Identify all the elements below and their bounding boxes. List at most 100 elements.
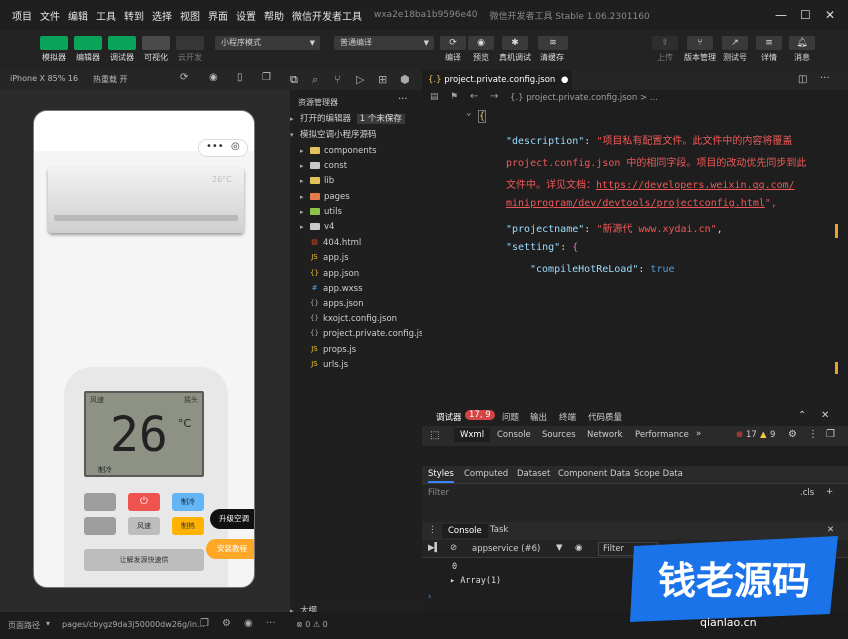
debugger-toggle-button[interactable] bbox=[108, 36, 136, 50]
minimize-icon[interactable]: — bbox=[775, 8, 787, 22]
install-guide-button[interactable]: 安装教程 bbox=[206, 539, 254, 559]
visual-toggle-button[interactable] bbox=[142, 36, 170, 50]
console-log-array[interactable]: ▸ Array(1) bbox=[450, 576, 501, 586]
tree-item-v4[interactable]: ▸ v4 bbox=[290, 220, 422, 235]
hot-reload-toggle[interactable]: 热重载 开 bbox=[93, 74, 128, 85]
styles-filter-input[interactable]: Filter bbox=[428, 488, 449, 498]
bookmark-flag-icon[interactable]: ⚑ bbox=[450, 92, 458, 102]
inspect-icon[interactable]: ⬚ bbox=[430, 430, 439, 441]
device-select[interactable]: iPhone X 85% 16 bbox=[10, 74, 78, 83]
editor-toggle-button[interactable] bbox=[74, 36, 102, 50]
tree-item-kxojct-config-json[interactable]: {} kxojct.config.json bbox=[290, 311, 422, 326]
extensions-icon[interactable]: ⊞ bbox=[378, 73, 387, 86]
compile-button[interactable]: ⟳ bbox=[440, 36, 466, 50]
tab-debugger[interactable]: 调试器 bbox=[436, 411, 462, 423]
more-icon[interactable]: ··· bbox=[398, 94, 408, 105]
menu-project[interactable]: 项目 bbox=[12, 8, 32, 23]
tab-code-quality[interactable]: 代码质量 bbox=[588, 411, 622, 423]
forward-arrow-icon[interactable]: → bbox=[490, 91, 498, 102]
real-debug-button[interactable]: ✱ bbox=[502, 36, 528, 50]
tree-item-components[interactable]: ▸ components bbox=[290, 144, 422, 159]
unsaved-dot-icon[interactable]: ● bbox=[561, 75, 568, 85]
window-icon[interactable]: ❐ bbox=[262, 72, 271, 83]
files-icon[interactable]: ⧉ bbox=[290, 73, 298, 87]
search-icon[interactable]: ⌕ bbox=[312, 73, 318, 87]
page-path[interactable]: pages/cbygz9da3j50000dw26g/in... bbox=[62, 620, 205, 629]
tree-item-utils[interactable]: ▸ utils bbox=[290, 205, 422, 220]
tree-item-props-js[interactable]: JS props.js bbox=[290, 342, 422, 357]
cls-toggle[interactable]: .cls bbox=[800, 488, 814, 498]
more-icon[interactable]: ••• bbox=[206, 141, 224, 152]
menu-select[interactable]: 选择 bbox=[152, 8, 172, 23]
gear-icon[interactable]: ⚙ bbox=[788, 429, 797, 440]
project-root[interactable]: ▾ 模拟空调小程序源码 bbox=[290, 128, 422, 143]
plus-icon[interactable]: + bbox=[826, 487, 833, 497]
more-icon[interactable]: ··· bbox=[266, 618, 276, 629]
context-select[interactable]: appservice (#6) bbox=[472, 544, 540, 554]
power-button[interactable]: ⏻ bbox=[128, 493, 160, 511]
kebab-icon[interactable]: ⋮ bbox=[808, 429, 818, 440]
chevron-up-icon[interactable]: ⌃ bbox=[798, 410, 806, 421]
details-button[interactable]: ≡ bbox=[756, 36, 782, 50]
drawer-tab-console[interactable]: Console bbox=[442, 524, 488, 538]
compile-select[interactable]: 普通编译 ▼ bbox=[334, 36, 434, 50]
breadcrumb-path[interactable]: {.} project.private.config.json > ... bbox=[510, 93, 658, 103]
menu-wechat-devtools[interactable]: 微信开发者工具 bbox=[292, 8, 362, 23]
menu-interface[interactable]: 界面 bbox=[208, 8, 228, 23]
error-count[interactable]: 17 bbox=[746, 430, 757, 440]
menu-settings[interactable]: 设置 bbox=[236, 8, 256, 23]
tab-output[interactable]: 输出 bbox=[530, 411, 547, 423]
close-icon[interactable]: ✕ bbox=[825, 8, 835, 22]
menu-view[interactable]: 视图 bbox=[180, 8, 200, 23]
upgrade-ac-button[interactable]: 升级空调 bbox=[210, 509, 254, 529]
source-control-icon[interactable]: ⑂ bbox=[334, 73, 341, 86]
page-path-label[interactable]: 页面路径 bbox=[8, 620, 40, 631]
menu-file[interactable]: 文件 bbox=[40, 8, 60, 23]
clear-cache-button[interactable]: ≋ bbox=[538, 36, 568, 50]
tab-performance[interactable]: Performance bbox=[635, 430, 689, 440]
tab-scope-data[interactable]: Scope Data bbox=[634, 469, 683, 479]
speed-button[interactable]: 风速 bbox=[128, 517, 160, 535]
rotate-icon[interactable]: ⟳ bbox=[180, 72, 188, 83]
fold-chevron-icon[interactable]: ⌄ bbox=[466, 108, 471, 118]
capsule-menu[interactable]: ••• ◎ bbox=[198, 139, 248, 157]
close-icon[interactable]: ✕ bbox=[821, 410, 829, 421]
code-editor[interactable]: ⌄ { "description": "项目私有配置文件。此文件中的内容将覆盖 … bbox=[422, 106, 848, 328]
tab-network[interactable]: Network bbox=[587, 430, 623, 440]
tab-wxml[interactable]: Wxml bbox=[454, 428, 491, 442]
tree-item-app-wxss[interactable]: # app.wxss bbox=[290, 281, 422, 296]
drawer-tab-task[interactable]: Task bbox=[490, 525, 508, 535]
console-prompt-icon[interactable]: › bbox=[428, 592, 431, 602]
copy-icon[interactable]: ❐ bbox=[200, 618, 209, 629]
messages-button[interactable]: 🔔︎ bbox=[789, 36, 815, 50]
tab-terminal[interactable]: 终端 bbox=[559, 411, 576, 423]
tab-dataset[interactable]: Dataset bbox=[517, 469, 550, 479]
tree-item-project-private-config-json[interactable]: {} project.private.config.json bbox=[290, 326, 422, 341]
eye-icon[interactable]: ◉ bbox=[575, 543, 582, 553]
more-icon[interactable]: ··· bbox=[820, 73, 830, 84]
split-editor-icon[interactable]: ◫ bbox=[798, 74, 807, 85]
tab-project-private-config[interactable]: {.} project.private.config.json ● bbox=[422, 70, 572, 90]
remote-blank-button[interactable] bbox=[84, 493, 116, 511]
tree-item-urls-js[interactable]: JS urls.js bbox=[290, 357, 422, 372]
bookmark-icon[interactable]: ▤ bbox=[430, 92, 439, 102]
dock-icon[interactable]: ❐ bbox=[826, 429, 835, 440]
heat-button[interactable]: 制热 bbox=[172, 517, 204, 535]
mode-select[interactable]: 小程序模式 ▼ bbox=[215, 36, 320, 50]
tree-item-pages[interactable]: ▸ pages bbox=[290, 190, 422, 205]
cloud-dev-button[interactable] bbox=[176, 36, 204, 50]
tree-item-const[interactable]: ▸ const bbox=[290, 159, 422, 174]
chevron-more-icon[interactable]: » bbox=[696, 429, 701, 439]
open-editors-section[interactable]: ▸ 打开的编辑器 1 个未保存 bbox=[290, 112, 422, 127]
tree-item-lib[interactable]: ▸ lib bbox=[290, 174, 422, 189]
remote-blank-button-2[interactable] bbox=[84, 517, 116, 535]
maximize-icon[interactable]: ☐ bbox=[800, 8, 811, 22]
preview-button[interactable]: ◉ bbox=[468, 36, 494, 50]
menu-tools[interactable]: 工具 bbox=[96, 8, 116, 23]
tree-item-app-json[interactable]: {} app.json bbox=[290, 266, 422, 281]
simulator-toggle-button[interactable] bbox=[40, 36, 68, 50]
record-icon[interactable]: ◉ bbox=[209, 72, 218, 83]
back-arrow-icon[interactable]: ← bbox=[470, 91, 478, 102]
debug-icon[interactable]: ▷ bbox=[356, 73, 364, 86]
settings-icon[interactable]: ⚙ bbox=[222, 618, 231, 629]
